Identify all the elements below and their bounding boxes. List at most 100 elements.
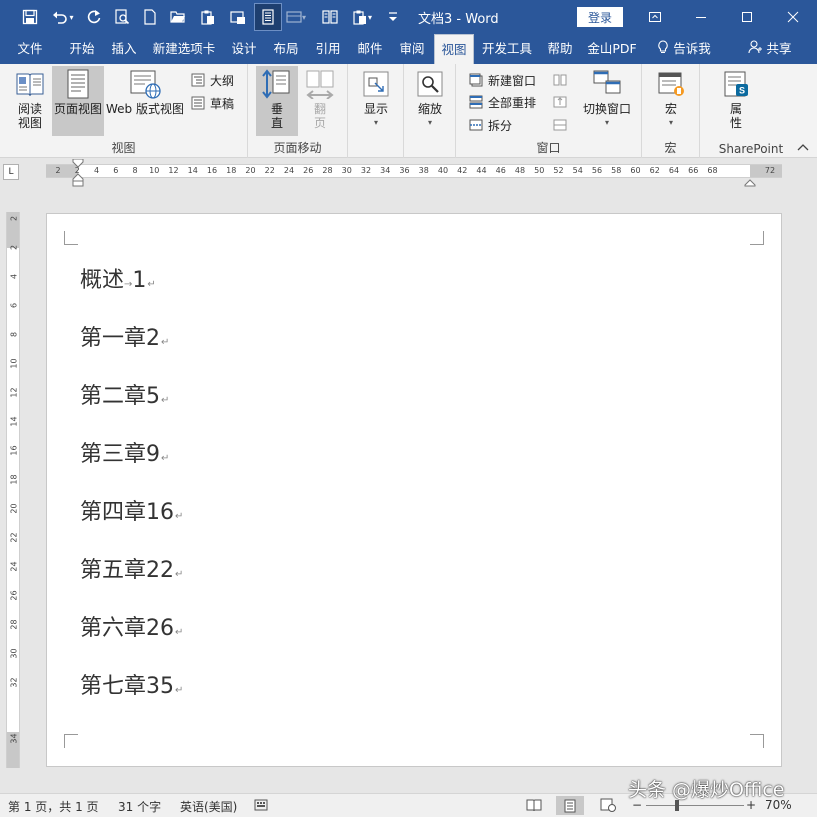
tab-selector-button[interactable]: L bbox=[3, 164, 19, 180]
arrange-all-button[interactable]: 全部重排 bbox=[468, 92, 536, 112]
properties-label-2: 性 bbox=[729, 116, 742, 130]
toc-line-chapter-1[interactable]: 第一章2↵ bbox=[80, 320, 169, 352]
zoom-group: 缩放 ▾ bbox=[404, 64, 456, 158]
right-indent-marker[interactable] bbox=[744, 173, 756, 187]
ruler-tick-label: 72 bbox=[764, 166, 776, 175]
outline-button[interactable]: 大纲 bbox=[190, 70, 234, 90]
undo-icon[interactable]: ▾ bbox=[48, 4, 78, 30]
vruler-tick-label: 10 bbox=[9, 358, 19, 369]
new-doc-icon[interactable] bbox=[138, 4, 162, 30]
paste-icon[interactable] bbox=[196, 4, 220, 30]
toc-line-chapter-7[interactable]: 第七章35↵ bbox=[80, 668, 183, 700]
share-button[interactable]: 共享 bbox=[744, 34, 796, 64]
ruler-tick-label: 32 bbox=[360, 166, 372, 175]
one-page-icon[interactable] bbox=[254, 3, 282, 31]
macros-button[interactable]: 宏 ▾ bbox=[652, 66, 690, 130]
tab-file[interactable]: 文件 bbox=[8, 34, 52, 64]
tab-review[interactable]: 审阅 bbox=[392, 34, 432, 64]
page-count[interactable]: 第 1 页，共 1 页 bbox=[8, 798, 99, 815]
toc-line-overview[interactable]: 概述→1↵ bbox=[80, 262, 156, 294]
tab-developer[interactable]: 开发工具 bbox=[478, 34, 536, 64]
switch-windows-button[interactable]: 切换窗口 ▾ bbox=[578, 66, 636, 130]
close-icon[interactable] bbox=[770, 2, 816, 32]
minimize-icon[interactable] bbox=[678, 2, 724, 32]
tab-home[interactable]: 开始 bbox=[60, 34, 104, 64]
side-to-side-button[interactable]: 翻 页 bbox=[300, 66, 340, 130]
toc-line-chapter-5[interactable]: 第五章22↵ bbox=[80, 552, 183, 584]
maximize-icon[interactable] bbox=[724, 2, 770, 32]
collapse-ribbon-icon[interactable] bbox=[797, 143, 809, 153]
tab-view[interactable]: 视图 bbox=[434, 34, 474, 64]
tab-new-tab[interactable]: 新建选项卡 bbox=[148, 34, 220, 64]
language-indicator[interactable]: 英语(美国) bbox=[180, 798, 237, 815]
multi-page-icon[interactable]: ▾ bbox=[284, 4, 308, 30]
paste-special-icon[interactable]: ▾ bbox=[346, 4, 378, 30]
word-count[interactable]: 31 个字 bbox=[118, 798, 161, 815]
tab-help[interactable]: 帮助 bbox=[540, 34, 580, 64]
first-line-indent-marker[interactable] bbox=[72, 159, 84, 187]
save-icon[interactable] bbox=[18, 4, 42, 30]
print-layout-button[interactable]: 页面视图 bbox=[52, 66, 104, 136]
vruler-tick-label: 26 bbox=[9, 590, 19, 601]
page-movement-group-label: 页面移动 bbox=[273, 141, 322, 155]
ruler-tick-label: 50 bbox=[534, 166, 545, 175]
zoom-slider[interactable] bbox=[646, 805, 744, 806]
screenshot-icon[interactable] bbox=[226, 4, 250, 30]
redo-icon[interactable] bbox=[82, 4, 106, 30]
ruler-tick-label: 68 bbox=[707, 166, 718, 175]
vertical-ruler[interactable]: 2 2 4 6 8 10 12 14 16 18 20 22 24 26 28 30 32 34 bbox=[6, 212, 20, 768]
customize-qat-icon[interactable] bbox=[384, 4, 402, 30]
outline-label: 大纲 bbox=[210, 73, 235, 88]
document-page[interactable]: 概述→1↵ 第一章2↵ 第二章5↵ 第三章9↵ 第四章16↵ 第五章22↵ 第六… bbox=[46, 213, 782, 767]
split-button[interactable]: 拆分 bbox=[468, 115, 512, 135]
horizontal-ruler[interactable]: 2 2 4 6 8 10 12 14 16 18 20 22 24 26 28 30 32 34 36 38 40 42 4… bbox=[46, 159, 782, 187]
tab-kingsoft-pdf[interactable]: 金山PDF bbox=[584, 34, 640, 64]
new-window-label: 新建窗口 bbox=[488, 73, 537, 88]
switch-windows-icon bbox=[591, 68, 623, 100]
tab-references[interactable]: 引用 bbox=[308, 34, 348, 64]
window-group-label: 窗口 bbox=[536, 141, 561, 155]
new-window-button[interactable]: 新建窗口 bbox=[468, 70, 536, 90]
side-to-side-label-2: 页 bbox=[313, 116, 326, 130]
toc-line-chapter-2[interactable]: 第二章5↵ bbox=[80, 378, 169, 410]
vruler-tick-label: 12 bbox=[9, 387, 19, 398]
read-mode-status-icon[interactable] bbox=[526, 798, 542, 815]
print-layout-status-icon[interactable] bbox=[556, 796, 584, 815]
vruler-tick-label: 2 bbox=[9, 215, 19, 222]
web-layout-status-icon[interactable] bbox=[600, 798, 616, 815]
web-layout-button[interactable]: Web 版式视图 bbox=[104, 66, 186, 116]
tab-layout[interactable]: 布局 bbox=[266, 34, 306, 64]
open-folder-icon[interactable] bbox=[166, 4, 190, 30]
read-mode-button[interactable]: 阅读 视图 bbox=[8, 66, 52, 130]
reset-window-position-button[interactable] bbox=[552, 115, 572, 135]
crop-mark-top-right bbox=[750, 231, 764, 245]
ribbon-display-icon[interactable] bbox=[632, 2, 678, 32]
view-side-by-side-button[interactable] bbox=[552, 70, 572, 90]
side-by-side-icon[interactable] bbox=[318, 4, 342, 30]
ruler-tick-label: 38 bbox=[418, 166, 429, 175]
tab-design[interactable]: 设计 bbox=[224, 34, 264, 64]
tell-me-button[interactable]: 告诉我 bbox=[650, 34, 718, 64]
toc-line-chapter-4[interactable]: 第四章16↵ bbox=[80, 494, 183, 526]
show-group: 显示 ▾ bbox=[348, 64, 404, 158]
ruler-tick-label: 58 bbox=[611, 166, 622, 175]
vertical-button[interactable]: 垂 直 bbox=[256, 66, 298, 136]
tab-insert[interactable]: 插入 bbox=[104, 34, 144, 64]
draft-button[interactable]: 草稿 bbox=[190, 93, 234, 113]
toc-line-chapter-6[interactable]: 第六章26↵ bbox=[80, 610, 183, 642]
vruler-tick-label: 32 bbox=[9, 677, 19, 688]
properties-label-1: 属 bbox=[729, 102, 742, 116]
ruler-tick-label: 10 bbox=[149, 166, 160, 175]
toc-line-chapter-3[interactable]: 第三章9↵ bbox=[80, 436, 169, 468]
login-button[interactable]: 登录 bbox=[577, 7, 623, 27]
show-button[interactable]: 显示 ▾ bbox=[356, 66, 396, 130]
zoom-button[interactable]: 缩放 ▾ bbox=[410, 66, 450, 130]
macro-record-icon[interactable] bbox=[254, 799, 268, 814]
ruler-tick-label: 48 bbox=[514, 166, 526, 175]
properties-button[interactable]: S 属 性 bbox=[716, 66, 756, 130]
print-preview-icon[interactable] bbox=[110, 4, 134, 30]
tab-mailings[interactable]: 邮件 bbox=[350, 34, 390, 64]
synchronous-scrolling-button[interactable] bbox=[552, 92, 572, 112]
ruler-tick-label: 26 bbox=[303, 166, 314, 175]
svg-text:S: S bbox=[739, 86, 745, 96]
